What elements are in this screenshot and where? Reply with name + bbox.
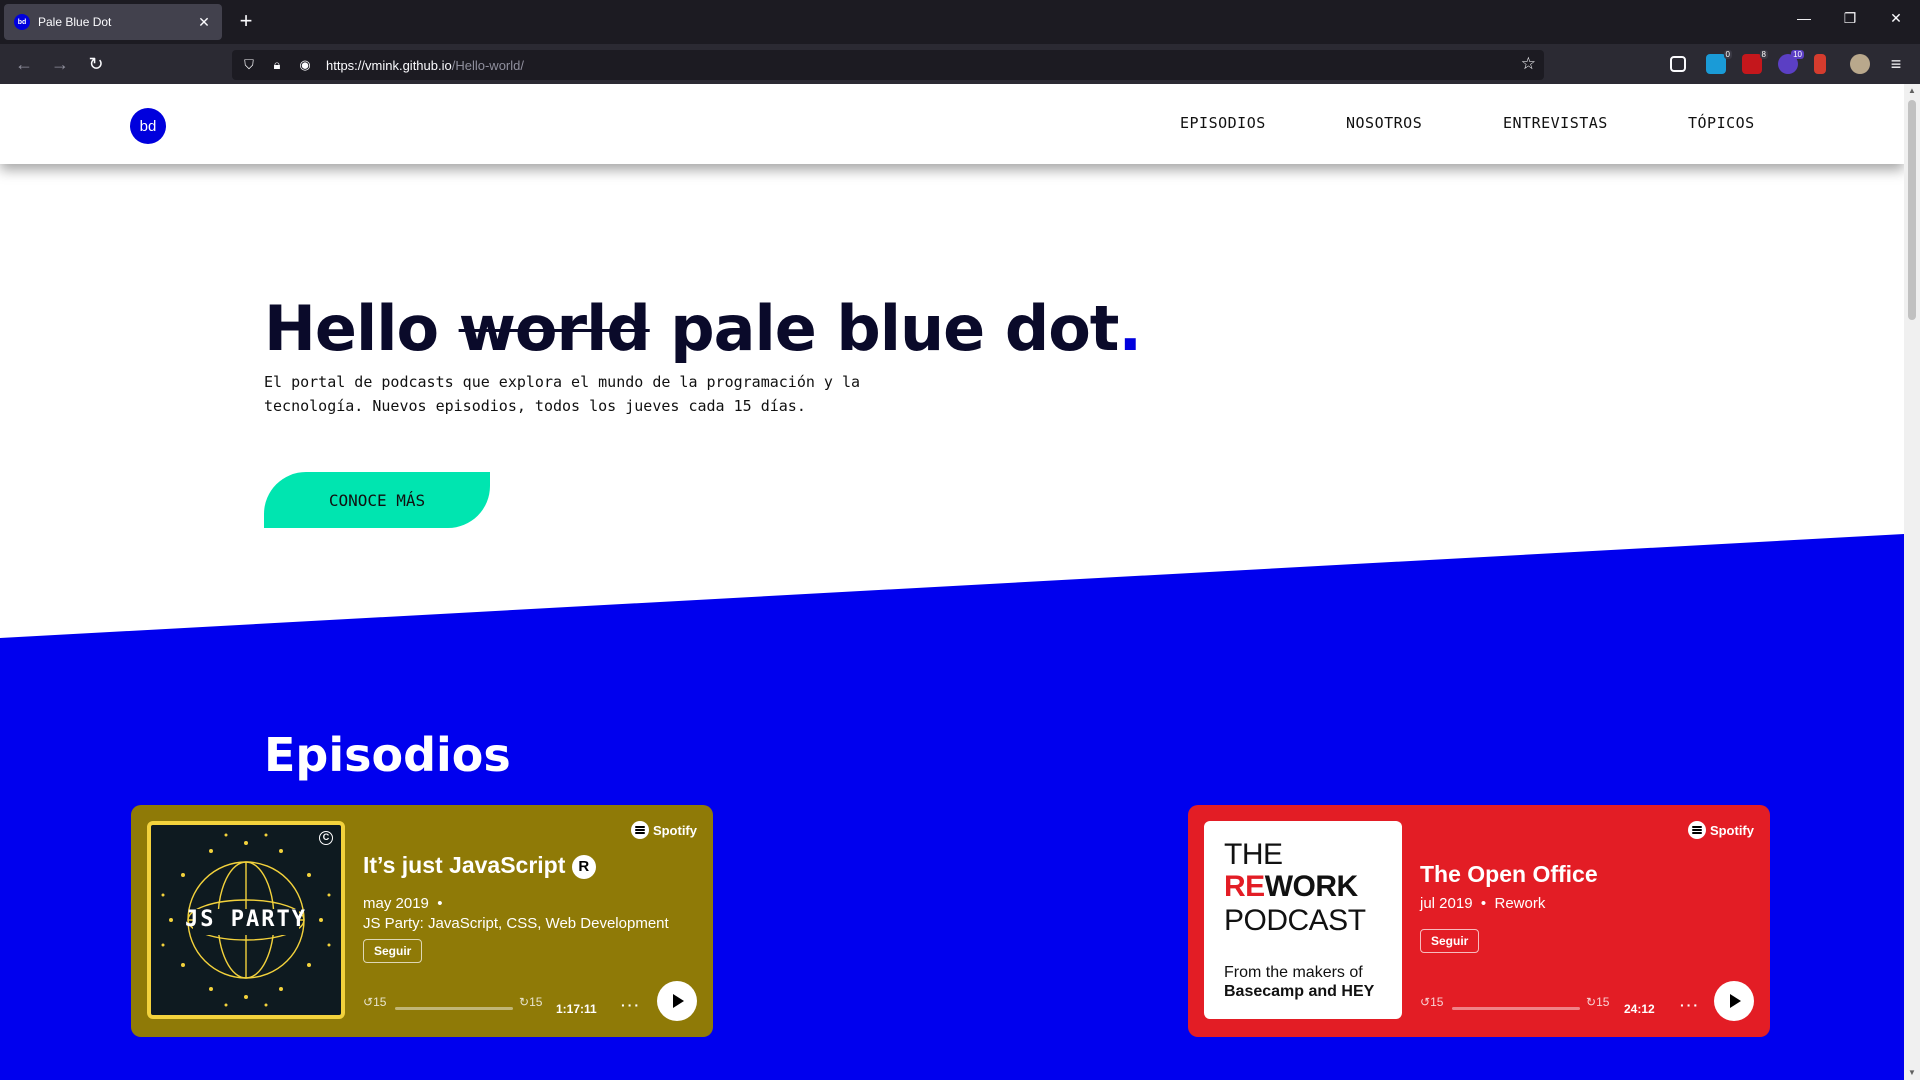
skip-forward-icon[interactable]: ↻15 [1586, 995, 1609, 1009]
site-logo[interactable]: bd [130, 108, 166, 144]
reload-icon[interactable]: ↻ [84, 52, 108, 76]
pocket-icon[interactable] [1670, 56, 1686, 72]
nav-episodios[interactable]: EPISODIOS [1180, 114, 1266, 132]
progress-bar[interactable] [395, 1007, 513, 1010]
artwork-caption: Basecamp and HEY [1224, 983, 1375, 1000]
close-tab-icon[interactable]: ✕ [196, 14, 212, 31]
spotify-icon [1687, 821, 1706, 839]
cta-button[interactable]: CONOCE MÁS [264, 472, 490, 528]
hero-title-struck: world [458, 292, 651, 365]
page-scrollbar[interactable]: ▲ ▼ [1904, 84, 1920, 1080]
more-options-icon[interactable]: ··· [621, 997, 641, 1013]
show-description[interactable]: JS Party: JavaScript, CSS, Web Developme… [363, 915, 669, 932]
minimize-icon[interactable]: — [1792, 10, 1816, 26]
spotify-logo[interactable]: Spotify [1687, 821, 1754, 839]
back-icon[interactable]: ← [12, 52, 36, 76]
artwork-caption: From the makers of [1224, 964, 1363, 981]
page-viewport: bd EPISODIOS NOSOTROS ENTREVISTAS TÓPICO… [0, 84, 1904, 1080]
play-button[interactable] [657, 981, 697, 1021]
episode-meta: jul 2019 • Rework [1420, 895, 1546, 912]
follow-button[interactable]: Seguir [363, 939, 423, 963]
new-tab-icon[interactable]: + [234, 10, 258, 34]
tab-title: Pale Blue Dot [38, 15, 112, 29]
url-text[interactable]: https://vmink.github.io/Hello-world/ [326, 58, 524, 73]
tab-favicon: bd [14, 14, 30, 30]
episode-title[interactable]: The Open Office [1420, 861, 1598, 888]
extension-icon-4[interactable] [1814, 54, 1826, 74]
episode-artwork: JS PARTY C [147, 821, 345, 1019]
progress-bar[interactable] [1452, 1007, 1580, 1010]
artwork-line: REWORK [1224, 870, 1358, 903]
nav-entrevistas[interactable]: ENTREVISTAS [1503, 114, 1608, 132]
menu-hamburger-icon[interactable]: ≡ [1884, 52, 1908, 76]
shield-icon[interactable]: ⛉ [238, 57, 260, 73]
site-permissions-icon[interactable]: ◉ [294, 57, 316, 73]
duration: 24:12 [1624, 1002, 1655, 1016]
skip-forward-icon[interactable]: ↻15 [519, 995, 542, 1009]
extension-icon-1[interactable]: 0 [1706, 50, 1732, 74]
skip-back-icon[interactable]: ↺15 [363, 995, 386, 1009]
episode-artwork: THE REWORK PODCAST From the makers of Ba… [1204, 821, 1402, 1019]
episode-title[interactable]: It’s just JavaScript R [363, 852, 596, 879]
hero-subtitle: El portal de podcasts que explora el mun… [264, 373, 861, 415]
spotify-logo[interactable]: Spotify [630, 821, 697, 839]
address-bar[interactable]: ⛉ 🔒︎ ◉ https://vmink.github.io/Hello-wor… [232, 50, 1544, 80]
site-header: bd EPISODIOS NOSOTROS ENTREVISTAS TÓPICO… [0, 84, 1904, 164]
browser-tab-bar: bd Pale Blue Dot ✕ + — ❐ ✕ [0, 0, 1920, 44]
nav-topicos[interactable]: TÓPICOS [1688, 114, 1755, 132]
scroll-down-icon[interactable]: ▼ [1904, 1066, 1920, 1080]
forward-icon[interactable]: → [48, 52, 72, 76]
explicit-mark: R [571, 854, 596, 879]
artwork-title: JS PARTY [185, 907, 307, 932]
extension-icon-3[interactable]: 10 [1778, 50, 1804, 74]
skip-back-icon[interactable]: ↺15 [1420, 995, 1443, 1009]
episode-card: JS PARTY C Spotify It’s just JavaScript … [131, 805, 713, 1037]
artwork-badge: C [319, 831, 333, 845]
duration: 1:17:11 [556, 1002, 597, 1016]
play-button[interactable] [1714, 981, 1754, 1021]
episode-meta: may 2019 • [363, 895, 443, 912]
close-window-icon[interactable]: ✕ [1884, 10, 1908, 27]
episodes-heading: Episodios [264, 728, 511, 782]
restore-icon[interactable]: ❐ [1838, 10, 1862, 27]
spotify-icon [630, 821, 649, 839]
scroll-up-icon[interactable]: ▲ [1904, 84, 1920, 98]
more-options-icon[interactable]: ··· [1680, 997, 1700, 1013]
hero-title: Hello world pale blue dot. [264, 292, 1142, 365]
profile-avatar[interactable] [1850, 54, 1870, 74]
artwork-line: PODCAST [1224, 904, 1366, 937]
follow-button[interactable]: Seguir [1420, 929, 1480, 953]
lock-icon[interactable]: 🔒︎ [266, 57, 288, 73]
scroll-thumb[interactable] [1908, 100, 1916, 320]
browser-tab[interactable]: bd Pale Blue Dot ✕ [4, 4, 222, 40]
nav-nosotros[interactable]: NOSOTROS [1346, 114, 1422, 132]
artwork-line: THE [1224, 838, 1283, 871]
browser-nav-bar: ← → ↻ ⛉ 🔒︎ ◉ https://vmink.github.io/Hel… [0, 44, 1920, 84]
episode-card: THE REWORK PODCAST From the makers of Ba… [1188, 805, 1770, 1037]
bookmark-star-icon[interactable]: ☆ [1521, 54, 1536, 74]
extension-icon-2[interactable]: 8 [1742, 50, 1768, 74]
